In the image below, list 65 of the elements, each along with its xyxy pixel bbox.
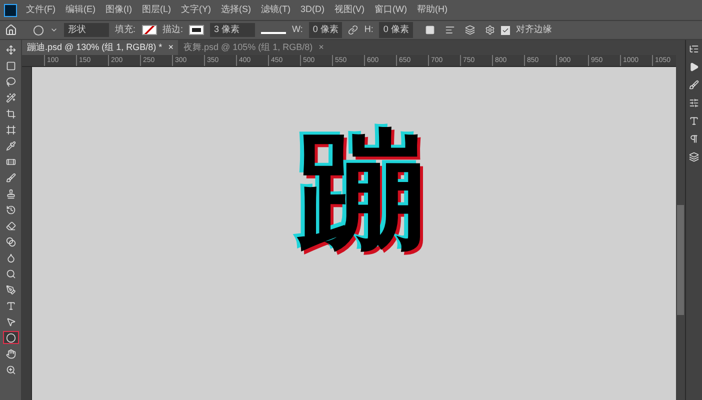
type-tool-icon xyxy=(6,300,16,310)
menu-item[interactable]: 3D(D) xyxy=(300,3,326,17)
eyedropper-tool-icon xyxy=(6,140,16,150)
hand-tool-icon xyxy=(6,348,16,358)
link-icon[interactable] xyxy=(348,25,358,35)
zoom-tool-icon xyxy=(6,364,16,374)
h-label: H: xyxy=(364,23,374,36)
select-tool-icon xyxy=(6,316,16,326)
menu-item[interactable]: 编辑(E) xyxy=(64,3,96,17)
menu-item[interactable]: 视图(V) xyxy=(334,3,366,17)
align-edges-label: 对齐边缘 xyxy=(516,23,552,36)
stroke-width-field[interactable]: 3 像素 xyxy=(210,23,256,37)
move-tool-icon xyxy=(6,44,16,54)
fill-swatch[interactable] xyxy=(142,25,157,35)
shape-mode-dropdown[interactable]: 形状 xyxy=(64,23,109,37)
menu-item[interactable]: 图像(I) xyxy=(104,3,133,17)
align-edges-checkbox[interactable] xyxy=(500,26,510,34)
marquee-tool-icon xyxy=(6,60,16,70)
eraser-tool-icon xyxy=(6,220,16,230)
healing-tool-icon xyxy=(6,156,16,166)
tab-close-button[interactable]: × xyxy=(318,40,324,54)
scrollbar-thumb[interactable] xyxy=(677,205,684,315)
path-arrangement-icon[interactable] xyxy=(464,25,475,35)
pen-tool-icon xyxy=(6,284,16,294)
tab-title: 蹦迪.psd @ 130% (组 1, RGB/8) * xyxy=(27,40,162,54)
wand-tool-icon xyxy=(6,92,16,102)
menu-item[interactable]: 图层(L) xyxy=(141,3,172,17)
ellipse-icon[interactable] xyxy=(33,24,44,36)
menu-item[interactable]: 帮助(H) xyxy=(416,3,448,17)
history-tool-icon xyxy=(6,204,16,214)
settings-icon[interactable] xyxy=(484,25,495,35)
ellipse-tool-icon xyxy=(6,332,16,342)
width-field[interactable]: 0 像素 xyxy=(308,22,342,38)
height-field[interactable]: 0 像素 xyxy=(379,22,413,38)
character-icon[interactable] xyxy=(689,116,699,126)
menu-item[interactable]: 窗口(W) xyxy=(374,3,408,17)
panel-icon[interactable] xyxy=(689,44,699,54)
app-logo-icon xyxy=(4,4,17,16)
play-icon[interactable] xyxy=(689,62,699,72)
tab-title: 夜舞.psd @ 105% (组 1, RGB/8) xyxy=(183,40,313,54)
brush-icon[interactable] xyxy=(689,80,699,90)
menu-item[interactable]: 选择(S) xyxy=(220,3,252,17)
w-label: W: xyxy=(292,23,303,36)
document-tab[interactable]: 蹦迪.psd @ 130% (组 1, RGB/8) * × xyxy=(22,40,178,55)
menu-item[interactable]: 文字(Y) xyxy=(180,3,212,17)
lasso-tool-icon xyxy=(6,76,16,86)
stroke-label: 描边: xyxy=(162,23,184,36)
tab-close-button[interactable]: × xyxy=(168,40,174,54)
home-icon[interactable] xyxy=(5,24,17,36)
frame-tool-icon xyxy=(6,124,16,134)
paragraph-icon[interactable] xyxy=(689,134,699,144)
tool-button[interactable] xyxy=(2,331,18,344)
caret-icon[interactable] xyxy=(50,26,58,34)
sliders-icon[interactable] xyxy=(689,98,699,108)
path-operations-icon[interactable] xyxy=(424,25,435,35)
menu-item[interactable]: 文件(F) xyxy=(25,3,56,17)
path-alignment-icon[interactable] xyxy=(444,25,455,35)
stroke-swatch[interactable] xyxy=(189,25,204,35)
brush-tool-icon xyxy=(6,172,16,182)
menu-item[interactable]: 滤镜(T) xyxy=(260,3,292,17)
stamp-tool-icon xyxy=(6,188,16,198)
fill-label: 填充: xyxy=(115,23,136,36)
glitch-text: 蹦 xyxy=(298,127,426,255)
crop-tool-icon xyxy=(6,108,16,118)
blur-tool-icon xyxy=(6,252,16,262)
